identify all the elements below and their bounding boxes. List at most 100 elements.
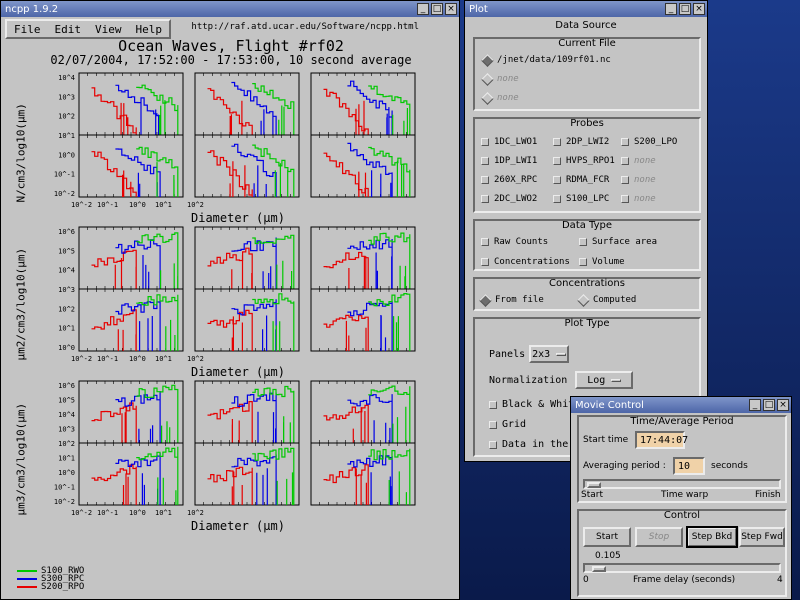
probe-option[interactable]: 2DP_LWI2: [553, 137, 609, 147]
probe-label: none: [634, 194, 656, 204]
panels-value: 2x3: [532, 348, 551, 360]
close-icon[interactable]: ×: [777, 399, 789, 411]
concentrations-heading: Concentrations: [549, 278, 625, 289]
data-type-concentrations[interactable]: Concentrations: [481, 257, 570, 267]
checkbox-icon: [481, 157, 489, 165]
legend-item: S200_RPO: [17, 582, 84, 592]
y-tick-label: 10^-1: [54, 171, 75, 179]
data-type-heading: Data Type: [561, 220, 613, 231]
checkbox-icon: [481, 176, 489, 184]
panel-frame: [310, 288, 416, 352]
minimize-icon[interactable]: _: [665, 3, 677, 15]
y-tick-label: 10^3: [58, 93, 75, 101]
current-file-group: Current File /jnet/data/109rf01.nc none …: [473, 37, 701, 111]
ylabel-surface: μm2/cm3/log10(μm): [14, 247, 28, 361]
legend: S100_RWO S300_RPC S200_RPO: [17, 566, 84, 592]
frame-delay-slider[interactable]: [583, 563, 781, 573]
time-warp-start: Start: [581, 490, 603, 500]
close-icon[interactable]: ×: [445, 3, 457, 15]
x-tick-label: 10^0: [129, 509, 146, 517]
distribution-panel: [310, 226, 416, 290]
ncpp-title: ncpp 1.9.2: [5, 3, 59, 15]
step-back-button[interactable]: Step Bkd: [686, 526, 738, 548]
black-white-option[interactable]: Black & White: [489, 399, 580, 410]
panel-frame: [310, 72, 416, 136]
start-button[interactable]: Start: [583, 527, 631, 547]
probe-label: HVPS_RPO1: [566, 156, 615, 166]
probe-option[interactable]: 1DP_LWI1: [481, 156, 537, 166]
probe-label: 1DP_LWI1: [494, 156, 538, 166]
time-warp-slider[interactable]: [583, 479, 781, 489]
maximize-icon[interactable]: □: [431, 3, 443, 15]
panels-label: Panels: [489, 348, 526, 360]
ncpp-titlebar[interactable]: ncpp 1.9.2 _ □ ×: [1, 1, 459, 17]
probe-option[interactable]: none: [621, 194, 656, 204]
checkbox-icon: [553, 176, 561, 184]
averaging-input[interactable]: 10: [673, 457, 705, 475]
panels-dropdown[interactable]: 2x3: [529, 345, 570, 363]
distribution-panel: [78, 288, 184, 352]
probe-option[interactable]: S200_LPO: [621, 137, 677, 147]
conc-from-file[interactable]: From file: [479, 293, 544, 307]
step-forward-button[interactable]: Step Fwd: [739, 527, 785, 547]
probe-option[interactable]: HVPS_RPO1: [553, 156, 615, 166]
probe-option[interactable]: 1DC_LWO1: [481, 137, 537, 147]
radio-label: Computed: [593, 295, 637, 305]
frame-delay-thumb[interactable]: [591, 566, 606, 572]
stop-button[interactable]: Stop: [635, 527, 683, 547]
ylabel-concentration: N/cm3/log10(μm): [14, 103, 28, 203]
probe-option[interactable]: none: [621, 156, 656, 166]
time-warp-thumb[interactable]: [587, 482, 601, 488]
control-heading: Control: [663, 510, 701, 521]
frame-delay-value: 0.105: [595, 551, 621, 561]
xlabel-concentration: Diameter (μm): [191, 211, 285, 225]
y-tick-label: 10^2: [58, 113, 75, 121]
y-tick-label: 10^-2: [54, 498, 75, 506]
minimize-icon[interactable]: _: [417, 3, 429, 15]
movie-titlebar[interactable]: Movie Control _ □ ×: [571, 397, 791, 413]
distribution-panel: [78, 380, 184, 444]
plot-titlebar[interactable]: Plot _ □ ×: [465, 1, 707, 17]
start-time-input[interactable]: 17:44:07: [635, 431, 688, 449]
file-option[interactable]: /jnet/data/109rf01.nc: [481, 53, 611, 67]
panel-frame: [310, 226, 416, 290]
probe-option[interactable]: none: [621, 175, 656, 185]
data-in-option[interactable]: Data in the: [489, 439, 568, 450]
radio-icon: [481, 53, 494, 67]
probe-label: none: [634, 156, 656, 166]
data-type-volume[interactable]: Volume: [579, 257, 625, 267]
data-type-surface-area[interactable]: Surface area: [579, 237, 657, 247]
maximize-icon[interactable]: □: [763, 399, 775, 411]
probes-heading: Probes: [570, 118, 604, 129]
conc-computed[interactable]: Computed: [577, 293, 637, 307]
xlabel-surface: Diameter (μm): [191, 365, 285, 379]
y-tick-label: 10^2: [58, 440, 75, 448]
probe-label: 2DP_LWI2: [566, 137, 610, 147]
x-tick-label: 10^-1: [97, 355, 118, 363]
minimize-icon[interactable]: _: [749, 399, 761, 411]
x-tick-label: 10^0: [129, 201, 146, 209]
close-icon[interactable]: ×: [693, 3, 705, 15]
probe-option[interactable]: S100_LPC: [553, 194, 609, 204]
checkbox-label: Volume: [592, 257, 625, 267]
probe-option[interactable]: RDMA_FCR: [553, 175, 609, 185]
x-tick-label: 10^-2: [71, 509, 92, 517]
movie-title: Movie Control: [575, 399, 644, 411]
y-tick-label: 10^0: [58, 344, 75, 352]
checkbox-icon: [621, 195, 629, 203]
probe-option[interactable]: 2DC_LWO2: [481, 194, 537, 204]
file-option[interactable]: none: [481, 91, 519, 105]
probe-option[interactable]: 260X_RPC: [481, 175, 537, 185]
x-tick-label: 10^-2: [71, 201, 92, 209]
grid-option[interactable]: Grid: [489, 419, 526, 430]
data-type-raw-counts[interactable]: Raw Counts: [481, 237, 548, 247]
plot-type-heading: Plot Type: [564, 318, 610, 329]
maximize-icon[interactable]: □: [679, 3, 691, 15]
panels-row: Panels 2x3: [489, 345, 570, 363]
averaging-label: Averaging period :: [583, 461, 666, 471]
distribution-panel: [310, 380, 416, 444]
normalization-value: Log: [587, 374, 606, 386]
radio-icon: [577, 293, 590, 307]
file-option[interactable]: none: [481, 72, 519, 86]
normalization-dropdown[interactable]: Log: [575, 371, 634, 389]
